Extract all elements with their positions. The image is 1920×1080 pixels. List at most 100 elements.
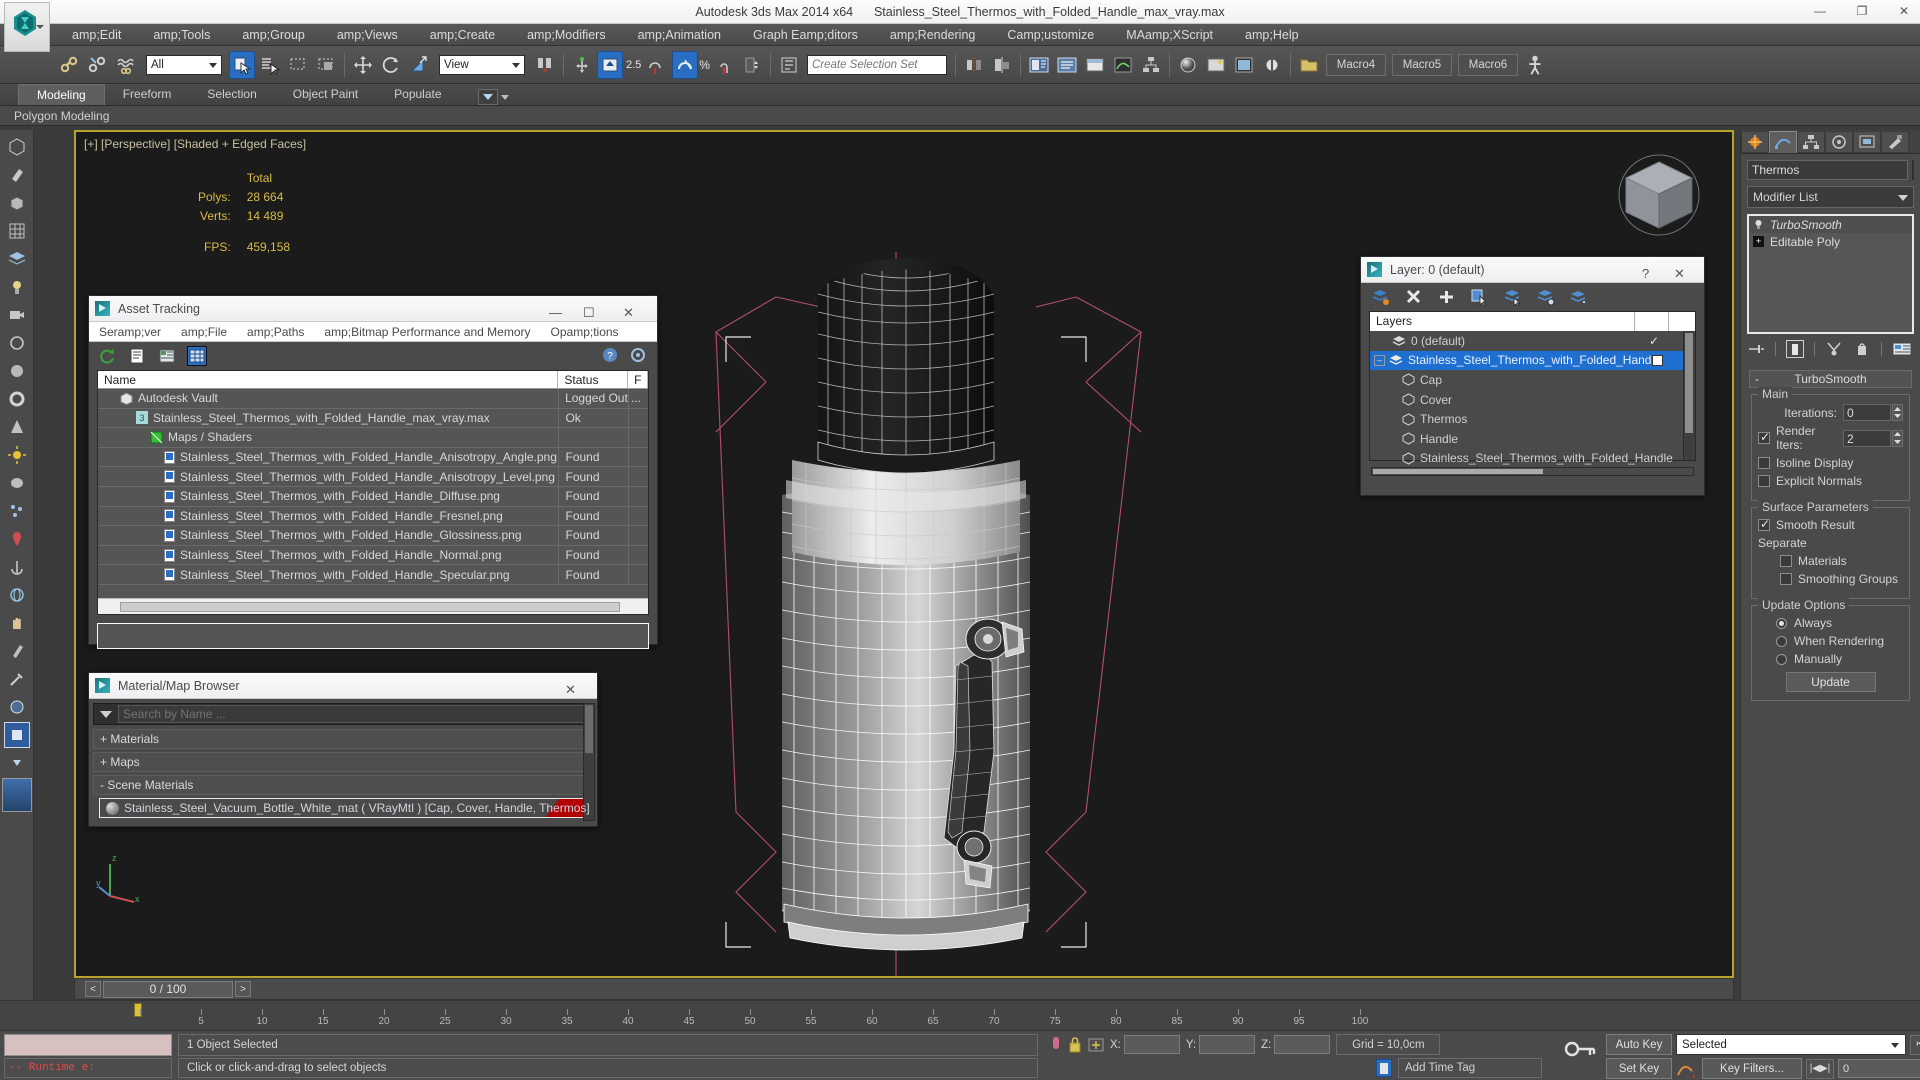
next-frame-button[interactable]: > [235, 981, 251, 997]
tab-selection[interactable]: Selection [189, 84, 274, 105]
menu-item-views[interactable]: amp;Views [321, 24, 414, 46]
tool-capsule-icon[interactable] [4, 470, 30, 496]
scene-material-item[interactable]: Stainless_Steel_Vacuum_Bottle_White_mat … [99, 798, 593, 818]
configure-modifier-sets-icon[interactable] [1892, 341, 1912, 357]
tab-display[interactable] [1853, 130, 1881, 153]
x-input[interactable] [1123, 1035, 1180, 1054]
spinner-snap-toggle-icon[interactable] [739, 51, 765, 79]
group-scene-materials[interactable]: - Scene Materials [93, 775, 593, 795]
select-and-manipulate-icon[interactable] [569, 51, 595, 79]
column-layers[interactable]: Layers [1370, 312, 1635, 331]
asset-horizontal-scrollbar[interactable] [98, 598, 648, 614]
select-and-rotate-icon[interactable] [378, 51, 404, 79]
table-row[interactable]: Maps / Shaders [98, 428, 648, 448]
key-filters-button[interactable]: Key Filters... [1702, 1058, 1802, 1079]
layer-row-object[interactable]: Cap [1370, 370, 1695, 390]
render-production-icon[interactable] [1259, 51, 1285, 79]
time-slider[interactable]: < 0 / 100 > [74, 978, 1734, 1000]
tool-hand-icon[interactable] [4, 610, 30, 636]
tool-camera-icon[interactable] [4, 302, 30, 328]
tool-paint-icon[interactable] [4, 162, 30, 188]
table-row[interactable]: Stainless_Steel_Thermos_with_Folded_Hand… [98, 545, 648, 566]
lock-icon[interactable] [1068, 1035, 1082, 1055]
layer-row-object[interactable]: Thermos [1370, 409, 1695, 429]
always-radio[interactable] [1776, 617, 1787, 629]
curve-editor-icon[interactable] [1110, 51, 1136, 79]
asset-menu-file[interactable]: amp;File [171, 322, 237, 342]
tool-active-selected-icon[interactable] [3, 722, 30, 748]
tab-create[interactable] [1741, 130, 1769, 153]
tab-freeform[interactable]: Freeform [105, 84, 190, 105]
detail-view-icon[interactable] [157, 346, 177, 366]
toggle-layer-explorer-icon[interactable] [1054, 51, 1080, 79]
refresh-icon[interactable] [97, 346, 117, 366]
menu-item-graph-editors[interactable]: Graph Eamp;ditors [737, 24, 874, 46]
group-materials[interactable]: + Materials [93, 729, 593, 749]
menu-item-tools[interactable]: amp;Tools [137, 24, 226, 46]
filter-dropdown-icon[interactable] [100, 710, 112, 718]
tab-motion[interactable] [1825, 130, 1853, 153]
select-objects-in-layer-icon[interactable] [1470, 288, 1489, 306]
expand-collapse-icon[interactable]: – [1374, 354, 1385, 366]
current-frame-field[interactable]: 0 / 100 [103, 980, 233, 998]
smooth-result-checkbox[interactable] [1758, 517, 1770, 531]
y-input[interactable] [1199, 1035, 1256, 1054]
menu-item-create[interactable]: amp;Create [414, 24, 511, 46]
x-coordinate-field[interactable]: X: [1110, 1035, 1180, 1054]
layer-close-button[interactable]: ✕ [1674, 261, 1700, 287]
view-cube[interactable] [1616, 152, 1702, 238]
minimize-button[interactable]: — [1810, 2, 1830, 20]
tool-cone-icon[interactable] [4, 414, 30, 440]
when-rendering-radio[interactable] [1776, 635, 1787, 647]
maxscript-listener-mini[interactable] [4, 1034, 172, 1056]
tab-modify[interactable] [1769, 130, 1797, 153]
column-name[interactable]: Name [98, 371, 559, 388]
explicit-normals-row[interactable]: Explicit Normals [1758, 474, 1903, 488]
tool-ring-icon[interactable] [4, 386, 30, 412]
tool-particles-icon[interactable] [4, 498, 30, 524]
render-iters-spinner[interactable] [1892, 429, 1903, 447]
rollout-turbosmooth-title[interactable]: - TurboSmooth [1749, 370, 1912, 388]
layer-help-button[interactable]: ? [1642, 261, 1668, 287]
use-pivot-point-center-icon[interactable] [532, 51, 558, 79]
asset-tracking-dialog[interactable]: Asset Tracking — ☐ ✕ Seramp;ver amp;File… [88, 295, 658, 649]
key-filters-curve-icon[interactable] [1676, 1059, 1698, 1079]
biped-icon[interactable] [1522, 51, 1548, 79]
y-coordinate-field[interactable]: Y: [1186, 1035, 1256, 1054]
track-bar[interactable]: 5 10 15 20 25 30 35 40 45 50 55 60 65 70… [0, 1000, 1920, 1030]
make-unique-icon[interactable] [1825, 341, 1843, 357]
asset-maximize-button[interactable]: ☐ [583, 300, 609, 326]
close-button[interactable]: ✕ [1894, 2, 1914, 20]
key-frame-input[interactable]: 0 [1838, 1059, 1920, 1078]
tool-anchor-icon[interactable] [4, 554, 30, 580]
layer-properties-icon[interactable] [1569, 288, 1588, 306]
pin-stack-icon[interactable] [1747, 341, 1765, 357]
menu-item-customize[interactable]: Camp;ustomize [991, 24, 1110, 46]
table-row[interactable]: Stainless_Steel_Thermos_with_Folded_Hand… [98, 447, 648, 468]
select-object-icon[interactable] [229, 50, 255, 79]
menu-item-modifiers[interactable]: amp;Modifiers [511, 24, 622, 46]
scrollbar-thumb[interactable] [1373, 469, 1543, 474]
tool-grid-icon[interactable] [4, 218, 30, 244]
menu-item-help[interactable]: amp;Help [1229, 24, 1315, 46]
asset-close-button[interactable]: ✕ [623, 300, 649, 326]
layer-vertical-scrollbar[interactable] [1683, 331, 1695, 460]
selection-filter-combo[interactable]: All [146, 54, 222, 75]
prev-frame-button[interactable]: < [85, 981, 101, 997]
smoothing-groups-checkbox[interactable] [1780, 573, 1792, 585]
material-browser-close-button[interactable]: ✕ [565, 677, 591, 703]
create-new-layer-ic on[interactable] [1371, 288, 1390, 306]
asset-tracking-grid[interactable]: Name Status F Autodesk Vault Logged Out … [97, 370, 649, 615]
layer-row-selected[interactable]: – Stainless_Steel_Thermos_with_Folded_Ha… [1370, 350, 1695, 371]
mirror-icon[interactable] [961, 51, 987, 79]
tool-brush-icon[interactable] [4, 638, 30, 664]
scrollbar-thumb[interactable] [120, 602, 620, 612]
table-row[interactable]: Stainless_Steel_Thermos_with_Folded_Hand… [98, 467, 648, 487]
iterations-value[interactable]: 0 [1843, 404, 1891, 421]
remove-modifier-icon[interactable] [1853, 341, 1871, 357]
tool-thumbnail-preview[interactable] [1, 778, 32, 812]
tool-sphere-icon[interactable] [4, 358, 30, 384]
chevron-down-icon[interactable] [500, 94, 509, 100]
asset-menu-server[interactable]: Seramp;ver [89, 322, 171, 342]
tool-polygon-modeling-icon[interactable] [4, 134, 30, 160]
